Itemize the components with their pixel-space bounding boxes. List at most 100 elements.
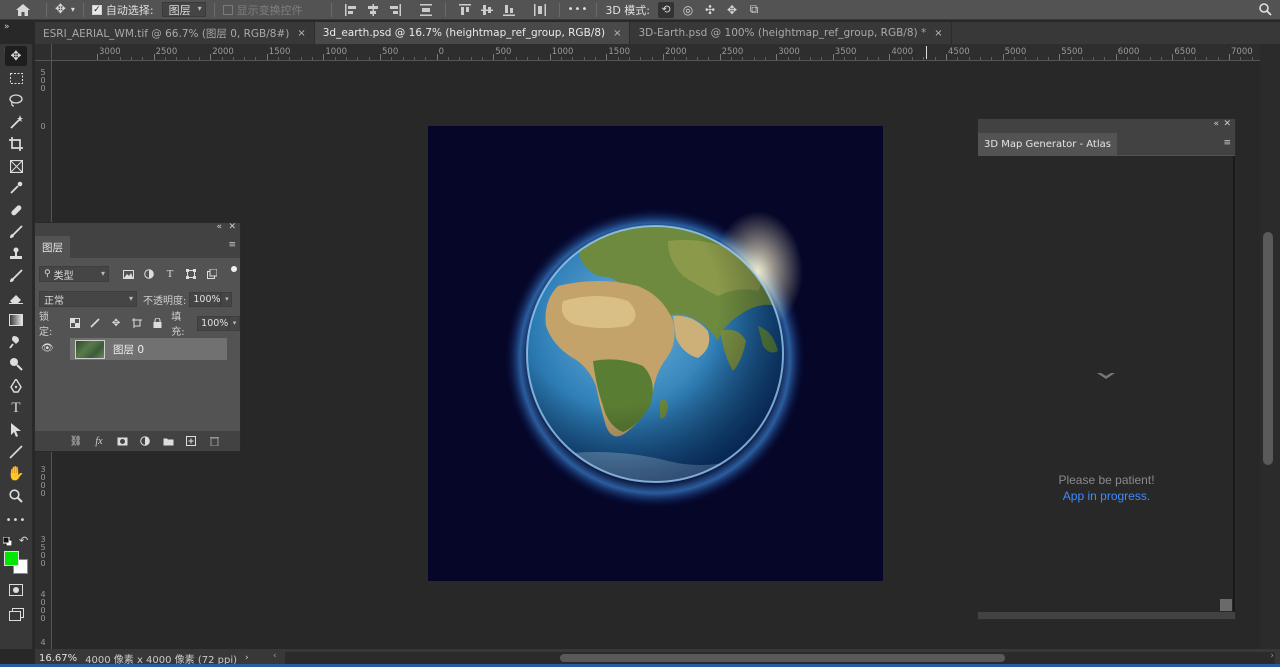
- pen-tool-icon[interactable]: [5, 376, 27, 396]
- auto-select-checkbox[interactable]: ✓ 自动选择:: [91, 0, 154, 20]
- magic-wand-tool-icon[interactable]: [5, 112, 27, 132]
- filter-adjustment-layers-icon[interactable]: [142, 267, 156, 281]
- close-icon[interactable]: ✕: [1223, 119, 1231, 129]
- swap-colors-icon[interactable]: ↶: [19, 534, 28, 547]
- scroll-right-icon[interactable]: ›: [1270, 651, 1274, 661]
- auto-select-target-dropdown[interactable]: 图层 ▾: [161, 2, 206, 17]
- move-tool-preset-icon[interactable]: ✥ ▾: [55, 0, 75, 20]
- lock-position-icon[interactable]: ✥: [109, 316, 123, 330]
- collapse-panels-icon[interactable]: »: [4, 22, 10, 32]
- close-icon[interactable]: ✕: [228, 222, 236, 232]
- blend-mode-dropdown[interactable]: 正常 ▾: [39, 291, 137, 307]
- line-tool-icon[interactable]: [5, 442, 27, 462]
- lock-all-icon[interactable]: [151, 316, 165, 330]
- clone-stamp-tool-icon[interactable]: [5, 244, 27, 264]
- type-tool-icon[interactable]: T: [5, 398, 27, 418]
- opacity-input[interactable]: 100%: [189, 291, 222, 307]
- lock-artboard-icon[interactable]: [130, 316, 144, 330]
- tab-3d-map-generator[interactable]: 3D Map Generator - Atlas: [978, 133, 1117, 155]
- zoom-tool-icon[interactable]: [5, 486, 27, 506]
- close-icon[interactable]: ×: [297, 28, 305, 39]
- roll-3d-icon[interactable]: ◎: [680, 3, 696, 17]
- vertical-scrollbar[interactable]: [1263, 232, 1273, 465]
- eyedropper-tool-icon[interactable]: [5, 178, 27, 198]
- close-icon[interactable]: ×: [934, 28, 942, 39]
- distribute-horizontal-icon[interactable]: [533, 3, 546, 16]
- add-mask-icon[interactable]: [114, 434, 130, 448]
- delete-layer-icon[interactable]: [206, 434, 222, 448]
- path-selection-tool-icon[interactable]: [5, 420, 27, 440]
- filter-type-layers-icon[interactable]: T: [163, 267, 177, 281]
- align-bottom-icon[interactable]: [502, 4, 515, 16]
- foreground-color-swatch[interactable]: [4, 551, 19, 566]
- horizontal-scrollbar[interactable]: ‹: [273, 651, 1275, 664]
- lock-image-pixels-icon[interactable]: [89, 316, 103, 330]
- search-icon[interactable]: [1259, 0, 1272, 20]
- align-top-icon[interactable]: [458, 3, 471, 16]
- new-layer-icon[interactable]: [183, 434, 199, 448]
- tab-layers[interactable]: 图层: [35, 236, 70, 258]
- screen-mode-icon[interactable]: [5, 604, 27, 624]
- panel-menu-icon[interactable]: ≡: [1223, 138, 1231, 148]
- filter-toggle-icon[interactable]: [231, 266, 237, 272]
- document-canvas[interactable]: [428, 126, 883, 581]
- horizontal-scrollbar-thumb[interactable]: [560, 654, 1005, 662]
- fill-slider-toggle[interactable]: ▾: [229, 315, 240, 331]
- quick-mask-icon[interactable]: [5, 580, 27, 600]
- filter-shape-layers-icon[interactable]: [184, 267, 198, 281]
- align-middle-icon[interactable]: [480, 4, 493, 16]
- filter-pixel-layers-icon[interactable]: [121, 267, 135, 281]
- lasso-tool-icon[interactable]: [5, 90, 27, 110]
- align-left-icon[interactable]: [344, 3, 357, 16]
- layer-item[interactable]: 图层 0: [70, 338, 227, 360]
- hand-tool-icon[interactable]: ✋: [5, 464, 27, 484]
- more-options-button[interactable]: •••: [568, 0, 589, 20]
- chevron-right-icon[interactable]: ›: [245, 653, 249, 663]
- collapse-panel-icon[interactable]: «: [1213, 119, 1219, 129]
- orbit-3d-icon[interactable]: ⟲: [658, 1, 675, 18]
- filter-kind-dropdown[interactable]: ⚲ 类型 ▾: [39, 266, 109, 282]
- tab-3d-earth-2[interactable]: 3D-Earth.psd @ 100% (heightmap_ref_group…: [630, 22, 952, 44]
- smudge-tool-icon[interactable]: [5, 332, 27, 352]
- show-transform-controls-checkbox[interactable]: 显示变换控件: [222, 0, 303, 20]
- pan-3d-icon[interactable]: ✣: [702, 3, 718, 17]
- zoom-level[interactable]: 16.67%: [39, 653, 77, 664]
- align-center-horizontal-icon[interactable]: [367, 3, 379, 16]
- frame-tool-icon[interactable]: [5, 156, 27, 176]
- new-adjustment-layer-icon[interactable]: [137, 434, 153, 448]
- eye-visibility-icon[interactable]: 👁: [41, 343, 54, 354]
- tab-esri-aerial[interactable]: ESRI_AERIAL_WM.tif @ 66.7% (图层 0, RGB/8#…: [35, 22, 315, 44]
- slide-3d-icon[interactable]: ✥: [724, 3, 740, 17]
- home-icon[interactable]: [16, 0, 30, 20]
- crop-tool-icon[interactable]: [5, 134, 27, 154]
- fill-input[interactable]: 100%: [197, 315, 230, 331]
- marquee-tool-icon[interactable]: [5, 68, 27, 88]
- ruler-origin[interactable]: [35, 44, 52, 61]
- opacity-slider-toggle[interactable]: ▾: [221, 291, 233, 307]
- lock-transparent-pixels-icon[interactable]: [68, 316, 82, 330]
- brush-tool-icon[interactable]: [5, 222, 27, 242]
- collapse-panel-icon[interactable]: «: [216, 222, 222, 232]
- dodge-tool-icon[interactable]: [5, 354, 27, 374]
- align-right-icon[interactable]: [389, 3, 401, 16]
- scroll-left-icon[interactable]: ‹: [273, 651, 277, 661]
- healing-brush-tool-icon[interactable]: [5, 200, 27, 220]
- close-icon[interactable]: ×: [613, 28, 621, 39]
- distribute-vertical-icon[interactable]: [419, 3, 432, 16]
- move-tool-icon[interactable]: ✥: [5, 46, 27, 66]
- layer-name[interactable]: 图层 0: [113, 342, 144, 357]
- history-brush-tool-icon[interactable]: [5, 266, 27, 286]
- new-group-icon[interactable]: [160, 434, 176, 448]
- tab-3d-earth[interactable]: 3d_earth.psd @ 16.7% (heightmap_ref_grou…: [314, 22, 631, 44]
- edit-toolbar-icon[interactable]: •••: [5, 510, 27, 530]
- gradient-tool-icon[interactable]: [5, 310, 27, 330]
- resize-grip-icon[interactable]: [1220, 599, 1232, 611]
- status-link[interactable]: App in progress.: [978, 489, 1235, 503]
- link-layers-icon[interactable]: ⛓: [68, 434, 84, 448]
- eraser-tool-icon[interactable]: [5, 288, 27, 308]
- layer-style-icon[interactable]: fx: [91, 434, 107, 448]
- scale-3d-icon[interactable]: ⧉: [746, 2, 762, 17]
- filter-smart-objects-icon[interactable]: [205, 267, 219, 281]
- default-colors-icon[interactable]: [2, 536, 13, 547]
- panel-menu-icon[interactable]: ≡: [228, 240, 236, 250]
